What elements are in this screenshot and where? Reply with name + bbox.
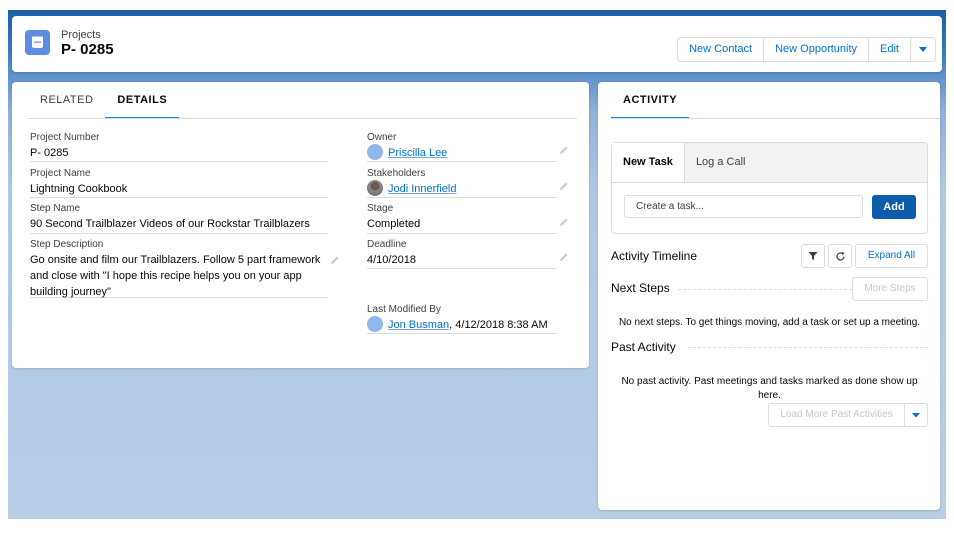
refresh-icon — [835, 251, 845, 260]
pencil-icon[interactable] — [330, 255, 340, 265]
chevron-down-icon — [919, 47, 927, 52]
next-steps-empty-message: No next steps. To get things moving, add… — [618, 317, 921, 328]
object-type-label: Projects — [61, 29, 101, 41]
tab-log-a-call[interactable]: Log a Call — [685, 143, 757, 182]
owner-avatar — [367, 144, 383, 161]
composer-tabs: New Task Log a Call — [612, 143, 756, 182]
detail-tabs: RELATED DETAILS — [28, 82, 179, 119]
activity-tabs: ACTIVITY — [611, 82, 690, 119]
field-label: Project Number — [30, 132, 100, 143]
tab-related[interactable]: RELATED — [28, 82, 105, 118]
field-value-line: and close with "I hope this recipe helps… — [30, 270, 302, 282]
load-more-past-activities-button[interactable]: Load More Past Activities — [768, 403, 905, 427]
create-task-input[interactable]: Create a task... — [624, 195, 863, 218]
stakeholder-avatar — [367, 180, 383, 197]
field-label: Step Name — [30, 203, 81, 214]
activity-timeline-title: Activity Timeline — [611, 249, 698, 263]
past-activity-divider — [688, 347, 928, 348]
edit-button[interactable]: Edit — [869, 38, 911, 61]
modified-timestamp: , 4/12/2018 8:38 AM — [449, 319, 548, 331]
pencil-icon[interactable] — [559, 145, 569, 155]
activity-card: ACTIVITY New Task Log a Call Create a ta… — [598, 82, 940, 510]
details-card: RELATED DETAILS Project Number P- 0285 P… — [12, 82, 589, 368]
field-owner: Owner Priscilla Lee — [367, 132, 568, 162]
pencil-icon[interactable] — [559, 181, 569, 191]
field-value: Completed — [367, 218, 421, 230]
field-label: Owner — [367, 132, 397, 143]
empty-line: here. — [758, 390, 781, 401]
pencil-icon[interactable] — [559, 252, 569, 262]
field-value: Jon Busman, 4/12/2018 8:38 AM — [367, 316, 557, 333]
field-value-line: Go onsite and film our Trailblazers. Fol… — [30, 254, 321, 266]
field-value: P- 0285 — [30, 147, 69, 159]
refresh-button[interactable] — [828, 244, 852, 268]
tab-divider — [611, 118, 940, 119]
more-steps-button[interactable]: More Steps — [852, 277, 928, 301]
stakeholder-link[interactable]: Jodi Innerfield — [388, 183, 457, 195]
tab-new-task[interactable]: New Task — [612, 143, 685, 182]
field-label: Project Name — [30, 168, 91, 179]
owner-link[interactable]: Priscilla Lee — [388, 147, 447, 159]
add-task-button[interactable]: Add — [872, 195, 916, 219]
more-actions-button[interactable] — [911, 38, 935, 61]
past-activity-empty-message: No past activity. Past meetings and task… — [611, 375, 928, 403]
field-value-line: building journey" — [30, 286, 111, 298]
load-more-dropdown-button[interactable] — [904, 403, 928, 427]
project-icon — [25, 30, 50, 55]
field-value: Lightning Cookbook — [30, 183, 128, 195]
field-label: Deadline — [367, 239, 407, 250]
activity-composer: New Task Log a Call Create a task... Add — [611, 142, 928, 234]
app-background: Projects P- 0285 New Contact New Opportu… — [8, 10, 946, 519]
field-step-description: Step Description Go onsite and film our … — [30, 239, 339, 298]
modifier-link[interactable]: Jon Busman — [388, 319, 449, 331]
record-title: P- 0285 — [61, 41, 114, 58]
field-deadline: Deadline 4/10/2018 — [367, 239, 568, 269]
expand-all-button[interactable]: Expand All — [855, 244, 928, 268]
field-value: Priscilla Lee — [367, 144, 557, 161]
pencil-icon[interactable] — [559, 217, 569, 227]
filter-button[interactable] — [801, 244, 825, 268]
next-steps-title: Next Steps — [611, 281, 676, 295]
record-header: Projects P- 0285 New Contact New Opportu… — [12, 16, 942, 72]
field-label: Stage — [367, 203, 394, 214]
filter-icon — [808, 252, 818, 260]
field-value: 4/10/2018 — [367, 254, 416, 266]
header-actions: New Contact New Opportunity Edit — [677, 37, 936, 62]
modifier-avatar — [367, 316, 383, 333]
field-label: Stakeholders — [367, 168, 426, 179]
new-opportunity-button[interactable]: New Opportunity — [764, 38, 870, 61]
field-value: Jodi Innerfield — [367, 180, 557, 197]
field-stakeholders: Stakeholders Jodi Innerfield — [367, 168, 568, 198]
past-activity-title: Past Activity — [611, 340, 682, 354]
chevron-down-icon — [912, 413, 920, 418]
tab-divider — [28, 118, 577, 119]
field-step-name: Step Name 90 Second Trailblazer Videos o… — [30, 203, 328, 234]
field-project-number: Project Number P- 0285 — [30, 132, 328, 162]
empty-line: No past activity. Past meetings and task… — [621, 376, 918, 387]
field-stage: Stage Completed — [367, 203, 568, 234]
field-value: 90 Second Trailblazer Videos of our Rock… — [30, 218, 310, 230]
tab-details[interactable]: DETAILS — [105, 82, 179, 119]
tab-activity[interactable]: ACTIVITY — [611, 82, 690, 119]
field-last-modified-by: Last Modified By Jon Busman, 4/12/2018 8… — [367, 304, 557, 334]
new-contact-button[interactable]: New Contact — [678, 38, 765, 61]
field-label: Last Modified By — [367, 304, 441, 315]
field-project-name: Project Name Lightning Cookbook — [30, 168, 328, 198]
composer-body: Create a task... Add — [612, 182, 927, 233]
field-label: Step Description — [30, 239, 104, 250]
